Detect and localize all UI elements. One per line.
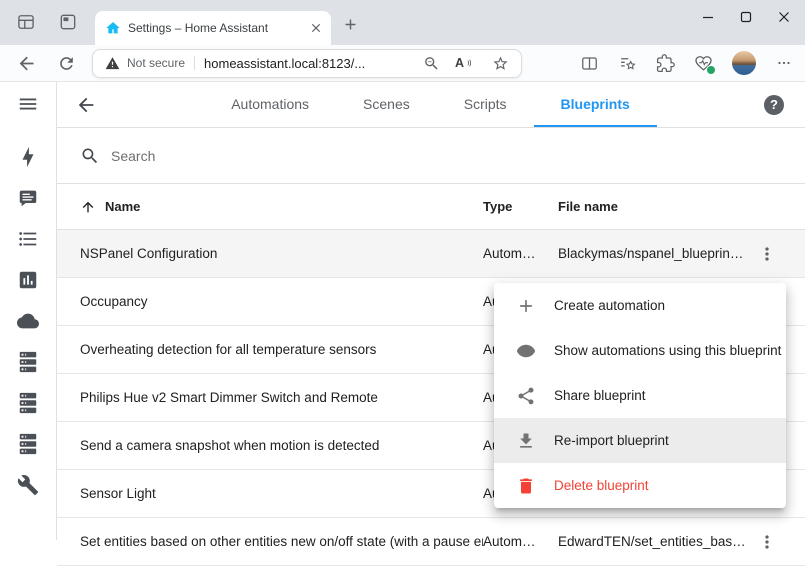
- favorites-icon[interactable]: [618, 54, 637, 73]
- new-tab-icon[interactable]: [342, 16, 359, 33]
- server-icon[interactable]: [17, 392, 39, 414]
- maximize-button[interactable]: [727, 0, 765, 34]
- row-context-menu: Create automation Show automations using…: [494, 283, 786, 508]
- favorite-star-icon[interactable]: [492, 55, 509, 72]
- menu-item-share-blueprint[interactable]: Share blueprint: [494, 373, 786, 418]
- tab-scenes[interactable]: Scenes: [336, 82, 437, 127]
- plus-icon: [516, 296, 536, 316]
- tab-title: Settings – Home Assistant: [128, 21, 302, 35]
- extensions-icon[interactable]: [656, 54, 675, 73]
- window-controls: [689, 0, 803, 34]
- table-row[interactable]: Set entities based on other entities new…: [57, 518, 805, 566]
- split-screen-icon[interactable]: [580, 54, 599, 73]
- list-icon[interactable]: [17, 228, 39, 250]
- zoom-out-icon[interactable]: [423, 55, 440, 72]
- minimize-button[interactable]: [689, 0, 727, 34]
- refresh-icon[interactable]: [57, 54, 76, 73]
- active-browser-tab[interactable]: Settings – Home Assistant: [95, 11, 331, 45]
- ha-header: Automations Scenes Scripts Blueprints ?: [57, 82, 805, 128]
- ha-tab-bar: Automations Scenes Scripts Blueprints: [97, 82, 764, 127]
- download-icon: [516, 431, 536, 451]
- blueprint-file: Blackymas/nspanel_blueprin…: [558, 246, 755, 261]
- read-aloud-icon[interactable]: A: [455, 56, 477, 70]
- tab-actions-icon[interactable]: [58, 12, 78, 32]
- search-placeholder: Search: [111, 148, 155, 164]
- menu-item-create-automation[interactable]: Create automation: [494, 283, 786, 328]
- cloud-icon[interactable]: [17, 310, 39, 332]
- chart-box-icon[interactable]: [17, 269, 39, 291]
- toolbar-actions: [580, 51, 793, 75]
- table-row[interactable]: NSPanel Configuration Autom… Blackymas/n…: [57, 230, 805, 278]
- sort-arrow-up-icon[interactable]: [80, 199, 96, 215]
- eye-icon: [516, 341, 536, 361]
- tab-automations[interactable]: Automations: [204, 82, 336, 127]
- server-icon[interactable]: [17, 351, 39, 373]
- chat-panel-icon[interactable]: [17, 187, 39, 209]
- tab-blueprints[interactable]: Blueprints: [534, 82, 657, 127]
- divider: [194, 56, 195, 70]
- wrench-icon[interactable]: [17, 474, 39, 496]
- tab-close-icon[interactable]: [309, 21, 323, 35]
- menu-item-delete-blueprint[interactable]: Delete blueprint: [494, 463, 786, 508]
- row-overflow-menu-icon[interactable]: [755, 532, 779, 552]
- not-secure-warning-icon[interactable]: [105, 56, 120, 71]
- search-icon: [80, 146, 100, 166]
- browser-toolbar: Not secure homeassistant.local:8123/... …: [0, 45, 805, 82]
- blueprint-name: Occupancy: [80, 294, 483, 309]
- blueprint-name: Set entities based on other entities new…: [80, 534, 483, 549]
- ha-back-icon[interactable]: [75, 94, 97, 116]
- column-header-file[interactable]: File name: [558, 199, 755, 214]
- browser-tab-strip: Settings – Home Assistant: [0, 0, 805, 45]
- browser-essentials-icon[interactable]: [694, 54, 713, 73]
- address-bar[interactable]: Not secure homeassistant.local:8123/... …: [92, 49, 522, 78]
- close-window-button[interactable]: [765, 0, 803, 34]
- blueprint-name: Send a camera snapshot when motion is de…: [80, 438, 483, 453]
- blueprint-name: Sensor Light: [80, 486, 483, 501]
- security-label: Not secure: [127, 56, 185, 70]
- column-header-name[interactable]: Name: [105, 199, 140, 214]
- url-host: homeassistant.local: [204, 56, 318, 71]
- blueprint-file: EdwardTEN/set_entities_bas…: [558, 534, 755, 549]
- blueprint-type: Autom…: [483, 534, 558, 549]
- table-header-row: Name Type File name: [57, 184, 805, 230]
- sidebar-nav: [17, 146, 39, 496]
- search-bar[interactable]: Search: [57, 128, 805, 184]
- sidebar-menu-icon[interactable]: [17, 93, 39, 115]
- tab-scripts[interactable]: Scripts: [437, 82, 534, 127]
- back-icon[interactable]: [16, 53, 37, 74]
- server-icon[interactable]: [17, 433, 39, 455]
- bolt-icon[interactable]: [17, 146, 39, 168]
- menu-item-show-automations[interactable]: Show automations using this blueprint: [494, 328, 786, 373]
- home-assistant-favicon: [105, 20, 121, 36]
- workspaces-icon[interactable]: [16, 12, 36, 32]
- url-path: :8123/...: [318, 56, 365, 71]
- more-menu-icon[interactable]: [775, 54, 793, 72]
- help-icon[interactable]: ?: [764, 95, 784, 115]
- blueprint-name: Philips Hue v2 Smart Dimmer Switch and R…: [80, 390, 483, 405]
- blueprint-name: Overheating detection for all temperatur…: [80, 342, 483, 357]
- share-icon: [516, 386, 536, 406]
- profile-avatar[interactable]: [732, 51, 756, 75]
- blueprint-type: Autom…: [483, 246, 558, 261]
- ha-sidebar: [0, 82, 57, 540]
- column-header-type[interactable]: Type: [483, 199, 558, 214]
- blueprint-name: NSPanel Configuration: [80, 246, 483, 261]
- trash-icon: [516, 476, 536, 496]
- menu-item-reimport-blueprint[interactable]: Re-import blueprint: [494, 418, 786, 463]
- row-overflow-menu-icon[interactable]: [755, 244, 779, 264]
